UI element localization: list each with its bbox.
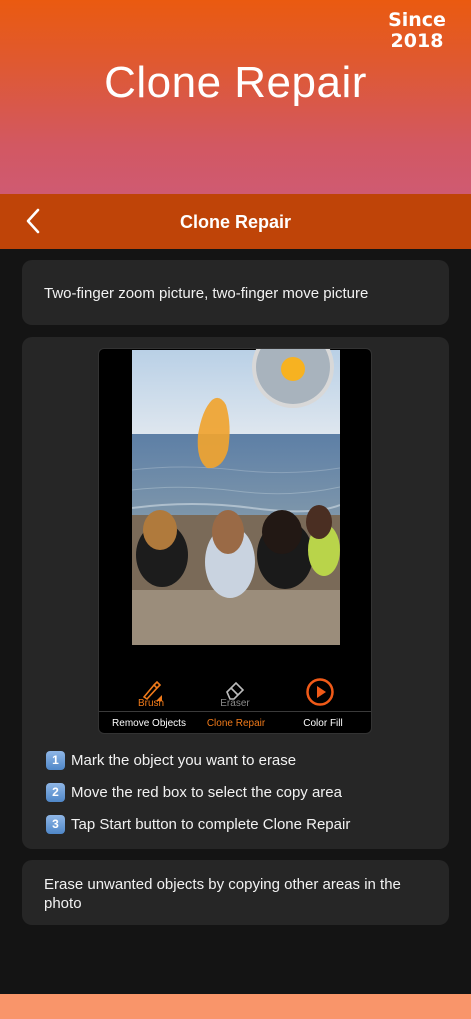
- eraser-label: Eraser: [220, 698, 250, 709]
- brush-label: Brush: [137, 698, 165, 709]
- nav-bar: Clone Repair: [0, 194, 471, 249]
- tip-card: Two-finger zoom picture, two-finger move…: [22, 260, 449, 325]
- hero-banner: Since 2018 Clone Repair: [0, 0, 471, 194]
- tutorial-card: Brush Eraser Remove Objects Clone Repair…: [22, 337, 449, 849]
- step-text: Tap Start button to complete Clone Repai…: [71, 815, 351, 833]
- description-card: Erase unwanted objects by copying other …: [22, 860, 449, 925]
- tab-remove-objects[interactable]: Remove Objects: [104, 718, 194, 729]
- step-2: 2 Move the red box to select the copy ar…: [46, 782, 342, 802]
- since-year: 2018: [390, 30, 444, 52]
- description-text: Erase unwanted objects by copying other …: [44, 876, 401, 912]
- play-circle-icon[interactable]: [304, 676, 336, 708]
- step-number-badge: 3: [46, 814, 65, 834]
- step-text: Move the red box to select the copy area: [71, 783, 342, 801]
- nav-title: Clone Repair: [179, 212, 292, 232]
- step-number-badge: 2: [46, 782, 65, 802]
- bottom-action-bar[interactable]: [0, 994, 471, 1019]
- tab-clone-repair[interactable]: Clone Repair: [191, 718, 281, 729]
- tab-divider: [99, 711, 371, 712]
- banner-title: Clone Repair: [104, 58, 367, 107]
- step-text: Mark the object you want to erase: [71, 751, 297, 769]
- since-label: Since: [388, 9, 446, 31]
- since-badge: Since 2018: [383, 10, 451, 52]
- step-1: 1 Mark the object you want to erase: [46, 750, 296, 770]
- tip-text: Two-finger zoom picture, two-finger move…: [44, 285, 369, 302]
- tutorial-preview-image: Brush Eraser Remove Objects Clone Repair…: [98, 348, 372, 734]
- step-3: 3 Tap Start button to complete Clone Rep…: [46, 814, 350, 834]
- step-number-badge: 1: [46, 750, 65, 770]
- tab-color-fill[interactable]: Color Fill: [278, 718, 368, 729]
